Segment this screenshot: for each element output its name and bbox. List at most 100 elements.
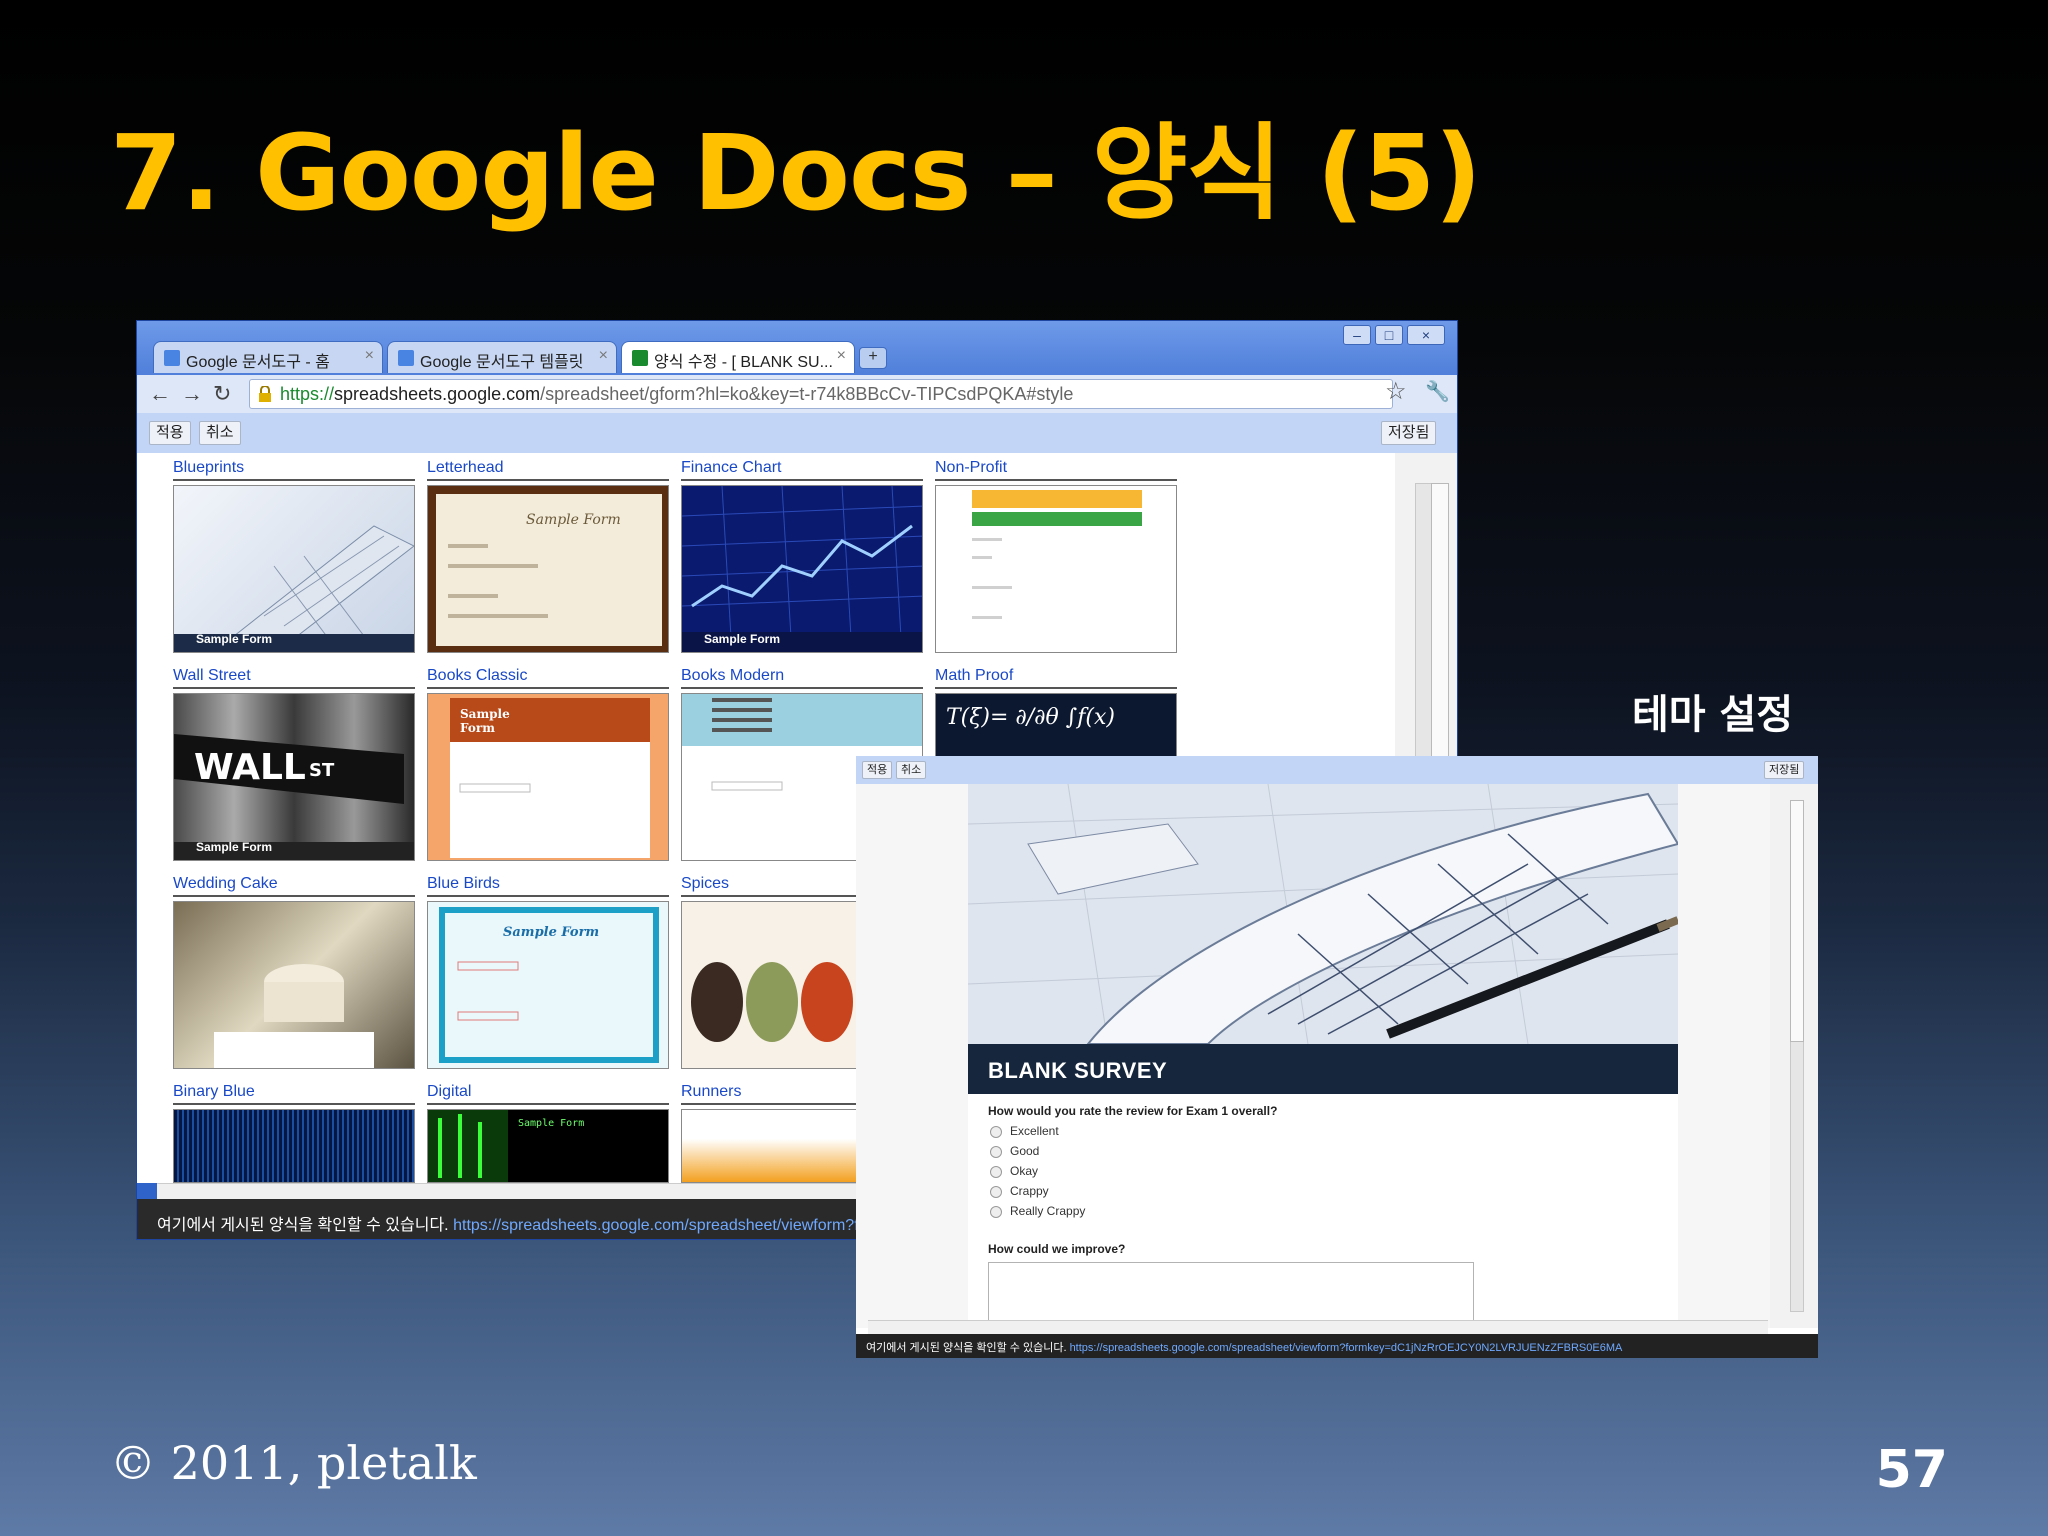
cancel-button[interactable]: 취소 (896, 761, 927, 779)
radio-option-excellent[interactable]: Excellent (990, 1124, 1059, 1138)
new-tab-button[interactable]: + (859, 347, 887, 369)
template-title-letterhead[interactable]: Letterhead (427, 459, 669, 481)
spices-image-icon (691, 962, 853, 1042)
radio-button[interactable] (990, 1185, 1002, 1198)
template-title-books-classic[interactable]: Books Classic (427, 667, 669, 689)
template-thumb-runners[interactable] (681, 1109, 861, 1183)
svg-text:Form: Form (460, 721, 495, 735)
close-icon[interactable]: × (1407, 325, 1445, 345)
tab-label: 양식 수정 - [ BLANK SU... (654, 354, 833, 371)
option-label: Really Crappy (1010, 1204, 1086, 1218)
url-scheme: https:// (280, 384, 335, 404)
wedding-cake-image-icon (214, 964, 374, 1068)
radio-option-really-crappy[interactable]: Really Crappy (990, 1204, 1085, 1218)
copyright-text: © 2011, pletalk (110, 1436, 477, 1490)
saved-status-button[interactable]: 저장됨 (1764, 761, 1805, 779)
reload-icon[interactable]: ↻ (213, 381, 231, 407)
template-caption: Sample Form (196, 840, 273, 854)
wrench-icon[interactable]: 🔧 (1425, 379, 1450, 404)
saved-status-button[interactable]: 저장됨 (1381, 421, 1437, 445)
template-title-wedding-cake[interactable]: Wedding Cake (173, 875, 415, 897)
radio-option-crappy[interactable]: Crappy (990, 1184, 1049, 1198)
template-thumb-blueprints[interactable]: Sample Form (173, 485, 415, 653)
question-rating: How would you rate the review for Exam 1… (988, 1104, 1278, 1118)
template-thumb-binary-blue[interactable] (173, 1109, 415, 1183)
template-thumb-math-proof[interactable]: T(ξ)= ∂/∂θ ∫f(x) (935, 693, 1177, 757)
template-caption: Sample Form (196, 632, 273, 646)
template-title-wall-street[interactable]: Wall Street (173, 667, 415, 689)
svg-text:Sample Form: Sample Form (526, 512, 621, 528)
template-title-books-modern[interactable]: Books Modern (681, 667, 923, 689)
url-path: /spreadsheet/gform?hl=ko&key=t-r74k8BBcC… (540, 384, 1074, 404)
wall-street-sign-icon: WALL ST (174, 734, 414, 860)
template-title-runners[interactable]: Runners (681, 1083, 861, 1105)
improve-textarea[interactable] (988, 1262, 1474, 1328)
template-thumb-letterhead[interactable]: Sample Form (427, 485, 669, 653)
status-bar: 여기에서 게시된 양식을 확인할 수 있습니다. https://spreads… (856, 1334, 1818, 1358)
cancel-button[interactable]: 취소 (199, 421, 241, 445)
svg-text:ST: ST (309, 760, 335, 781)
status-text: 여기에서 게시된 양식을 확인할 수 있습니다. (157, 1217, 449, 1234)
template-thumb-wall-street[interactable]: WALL ST Sample Form (173, 693, 415, 861)
tab-close-icon[interactable]: × (837, 347, 846, 365)
scroll-thumb[interactable] (1790, 800, 1804, 1042)
blueprint-image-icon (174, 525, 414, 652)
option-label: Crappy (1010, 1184, 1049, 1198)
tab-docs-home[interactable]: Google 문서도구 - 홈 × (153, 341, 383, 373)
template-thumb-digital[interactable]: Sample Form (427, 1109, 669, 1183)
radio-button[interactable] (990, 1145, 1002, 1158)
svg-text:T(ξ)= ∂/∂θ ∫f(x): T(ξ)= ∂/∂θ ∫f(x) (946, 705, 1115, 730)
template-title-digital[interactable]: Digital (427, 1083, 669, 1105)
radio-button[interactable] (990, 1205, 1002, 1218)
template-title-non-profit[interactable]: Non-Profit (935, 459, 1177, 481)
minimize-icon[interactable]: – (1343, 325, 1371, 345)
template-thumb-non-profit[interactable] (935, 485, 1177, 653)
question-improve: How could we improve? (988, 1242, 1126, 1256)
forward-arrow-icon[interactable]: → (181, 381, 203, 407)
template-thumb-spices[interactable] (681, 901, 861, 1069)
template-title-blueprints[interactable]: Blueprints (173, 459, 415, 481)
tab-close-icon[interactable]: × (599, 347, 608, 365)
template-title-spices[interactable]: Spices (681, 875, 861, 897)
status-link[interactable]: https://spreadsheets.google.com/spreadsh… (453, 1217, 894, 1234)
survey-title: BLANK SURVEY (988, 1058, 1168, 1083)
docs-favicon-icon (164, 350, 180, 366)
status-text: 여기에서 게시된 양식을 확인할 수 있습니다. (866, 1342, 1067, 1354)
template-thumb-wedding-cake[interactable] (173, 901, 415, 1069)
non-profit-image-icon (972, 490, 1142, 619)
svg-text:Sample Form: Sample Form (518, 1118, 584, 1129)
radio-option-good[interactable]: Good (990, 1144, 1039, 1158)
template-title-math-proof[interactable]: Math Proof (935, 667, 1177, 689)
bookmark-star-icon[interactable]: ☆ (1385, 377, 1407, 406)
radio-option-okay[interactable]: Okay (990, 1164, 1038, 1178)
status-link[interactable]: https://spreadsheets.google.com/spreadsh… (1070, 1342, 1623, 1354)
template-title-blue-birds[interactable]: Blue Birds (427, 875, 669, 897)
tab-close-icon[interactable]: × (365, 347, 374, 365)
option-label: Okay (1010, 1164, 1039, 1178)
tab-form-edit[interactable]: 양식 수정 - [ BLANK SU... × (621, 341, 855, 373)
docs-favicon-icon (398, 350, 414, 366)
maximize-icon[interactable]: □ (1375, 325, 1403, 345)
radio-button[interactable] (990, 1125, 1002, 1138)
template-thumb-finance-chart[interactable]: Sample Form (681, 485, 923, 653)
horizontal-scrollbar[interactable] (868, 1320, 1768, 1335)
lock-icon (259, 386, 271, 402)
template-title-finance-chart[interactable]: Finance Chart (681, 459, 923, 481)
vertical-scrollbar[interactable] (1770, 784, 1818, 1328)
theme-preview-window: 적용 취소 저장됨 BLANK SURVEY How would you rat… (856, 756, 1818, 1358)
tab-docs-templates[interactable]: Google 문서도구 템플릿 × (387, 341, 617, 373)
tab-label: Google 문서도구 템플릿 (420, 354, 584, 371)
radio-button[interactable] (990, 1165, 1002, 1178)
title-bar: – □ × Google 문서도구 - 홈 × Google 문서도구 템플릿 … (137, 321, 1457, 375)
apply-button[interactable]: 적용 (862, 761, 893, 779)
template-thumb-books-classic[interactable]: Sample Form (427, 693, 669, 861)
apply-button[interactable]: 적용 (149, 421, 191, 445)
template-caption: Sample Form (704, 632, 781, 646)
address-bar[interactable]: https://spreadsheets.google.com/spreadsh… (249, 379, 1393, 409)
url-host: spreadsheets.google.com (334, 384, 541, 404)
template-thumb-blue-birds[interactable]: Sample Form (427, 901, 669, 1069)
digital-image-icon: Sample Form (428, 1110, 584, 1182)
blue-birds-image-icon: Sample Form (439, 907, 659, 1063)
template-title-binary-blue[interactable]: Binary Blue (173, 1083, 415, 1105)
back-arrow-icon[interactable]: ← (149, 381, 171, 407)
